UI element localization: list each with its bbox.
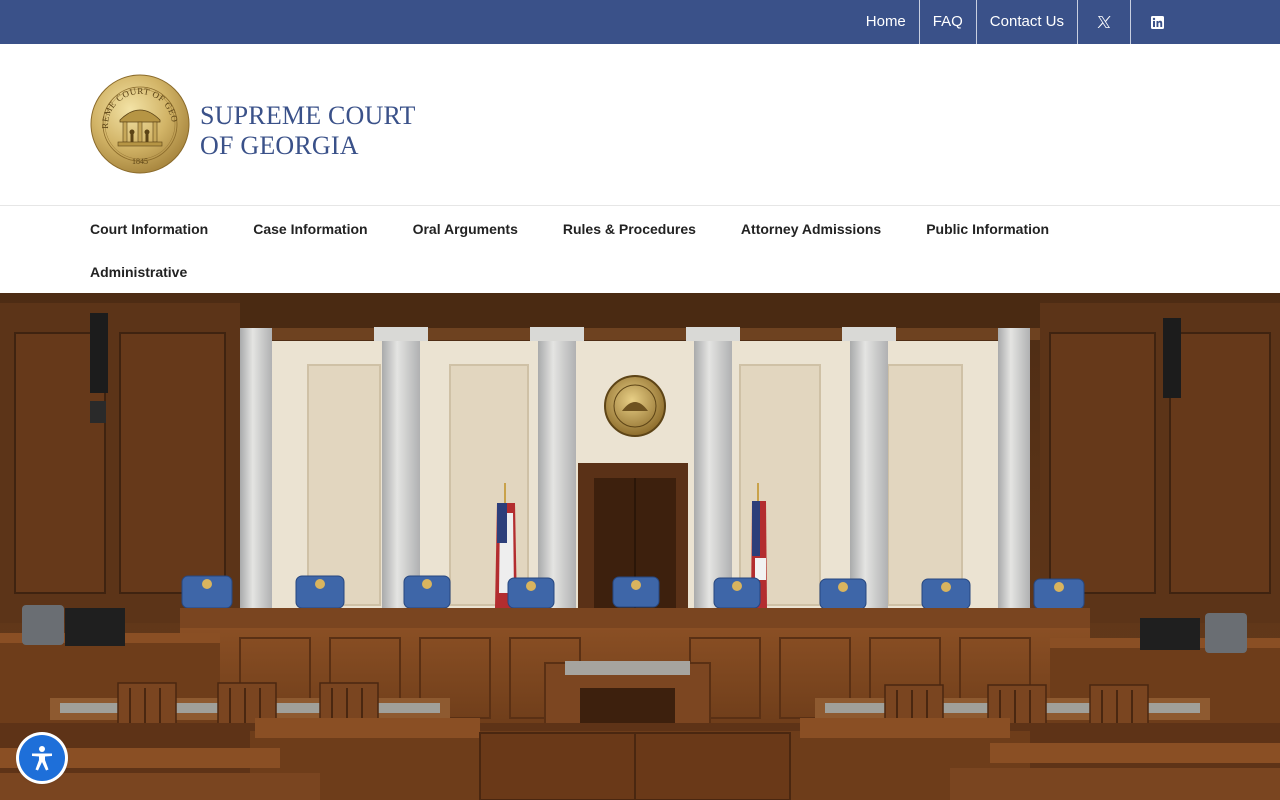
court-seal-logo[interactable]: SUPREME COURT OF GEORGIA 1845 xyxy=(90,74,190,174)
site-title[interactable]: SUPREME COURT OF GEORGIA xyxy=(200,101,416,161)
main-navigation: Court Information Case Information Oral … xyxy=(0,206,1280,293)
svg-text:1845: 1845 xyxy=(132,157,148,166)
courtroom-photo xyxy=(0,293,1280,800)
x-twitter-icon xyxy=(1097,16,1111,28)
nav-rules-procedures[interactable]: Rules & Procedures xyxy=(563,221,696,237)
hero-courtroom-image xyxy=(0,293,1280,800)
top-nav-home-link[interactable]: Home xyxy=(853,0,919,44)
accessibility-button[interactable] xyxy=(19,735,65,781)
site-header: SUPREME COURT OF GEORGIA 1845 SUPREME CO… xyxy=(0,44,1280,206)
main-nav-row-2: Administrative xyxy=(90,264,232,280)
nav-public-information[interactable]: Public Information xyxy=(926,221,1049,237)
nav-administrative[interactable]: Administrative xyxy=(90,264,187,280)
nav-attorney-admissions[interactable]: Attorney Admissions xyxy=(741,221,881,237)
linkedin-icon xyxy=(1150,15,1164,29)
top-nav-faq-link[interactable]: FAQ xyxy=(918,0,976,44)
site-title-line1: SUPREME COURT xyxy=(200,101,416,130)
nav-case-information[interactable]: Case Information xyxy=(253,221,367,237)
top-bar: Home FAQ Contact Us xyxy=(0,0,1280,44)
accessibility-icon xyxy=(32,746,52,771)
main-nav-row: Court Information Case Information Oral … xyxy=(90,221,1094,237)
top-nav: Home FAQ Contact Us xyxy=(853,0,1183,44)
linkedin-link[interactable] xyxy=(1130,0,1183,44)
nav-court-information[interactable]: Court Information xyxy=(90,221,208,237)
nav-oral-arguments[interactable]: Oral Arguments xyxy=(413,221,518,237)
site-title-line2: OF GEORGIA xyxy=(200,131,359,160)
top-nav-contact-link[interactable]: Contact Us xyxy=(975,0,1077,44)
x-twitter-link[interactable] xyxy=(1077,0,1130,44)
